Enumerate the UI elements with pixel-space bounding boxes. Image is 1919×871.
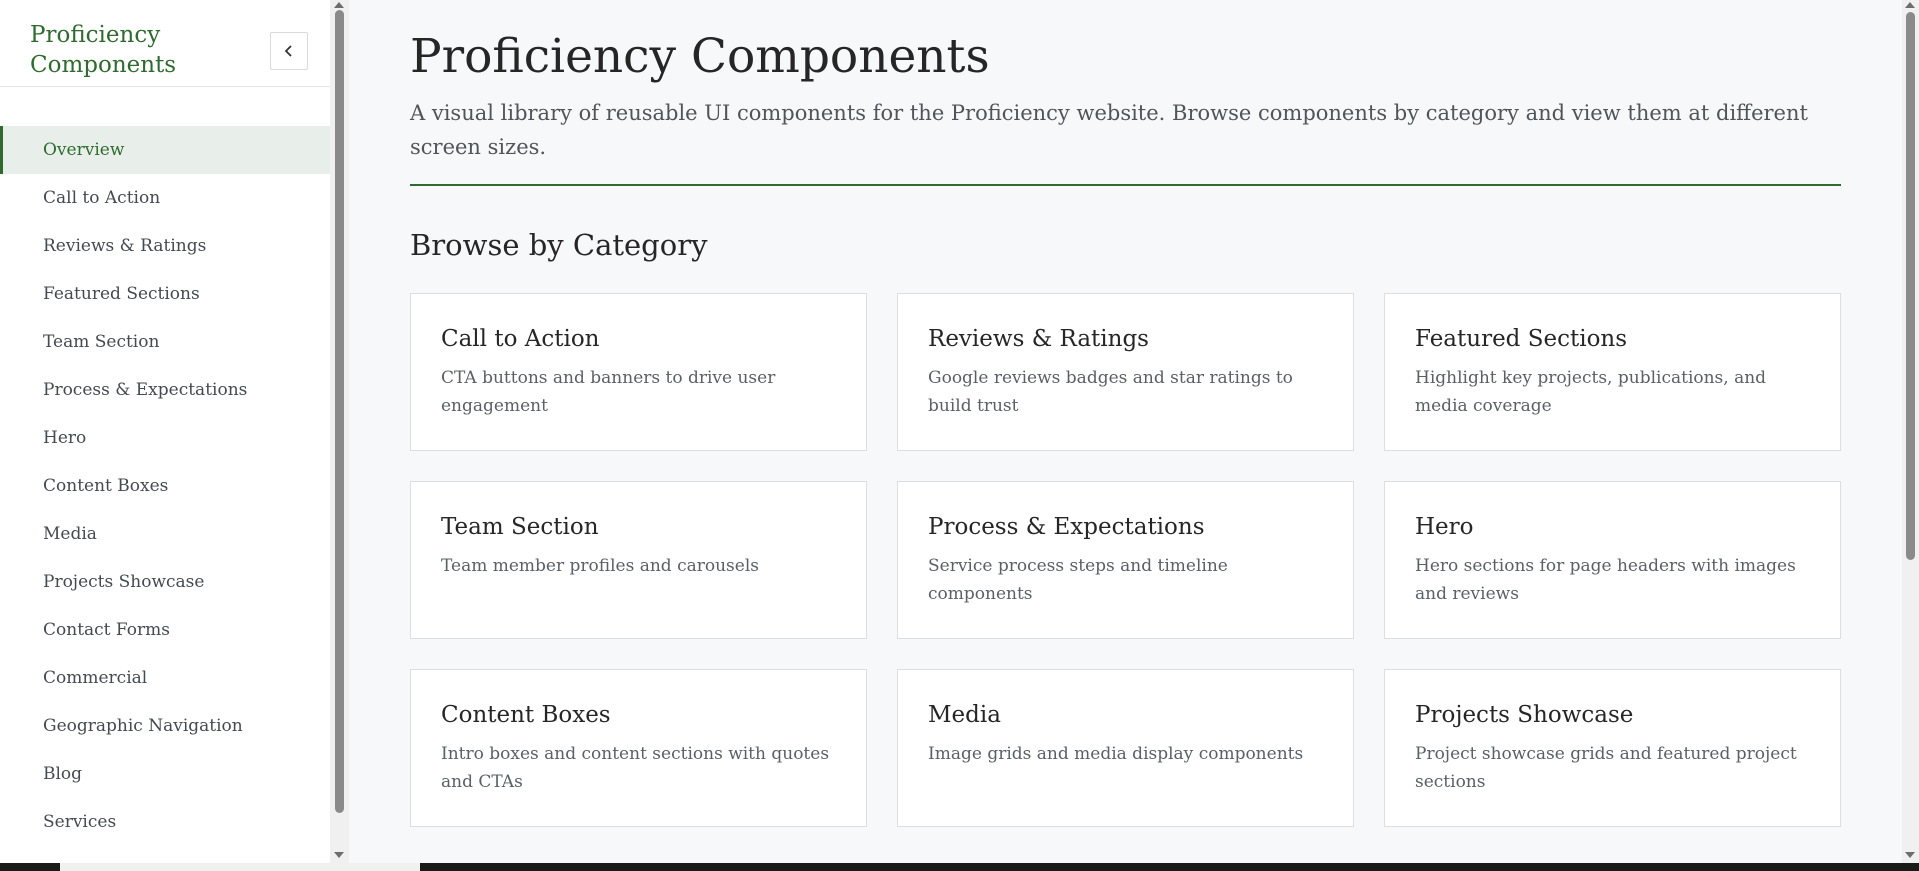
scroll-up-arrow-icon[interactable] <box>1905 2 1915 8</box>
category-grid: Call to Action CTA buttons and banners to… <box>410 293 1841 827</box>
sidebar-item-label: Team Section <box>43 332 160 352</box>
category-card-title: Hero <box>1415 514 1474 540</box>
category-card-description: Team member profiles and carousels <box>441 556 760 576</box>
category-card-media[interactable]: Media Image grids and media display compo… <box>897 669 1354 827</box>
category-card-description: Intro boxes and content sections with qu… <box>441 744 830 792</box>
category-card-hero[interactable]: Hero Hero sections for page headers with … <box>1384 481 1841 639</box>
sidebar-item-projects-showcase[interactable]: Projects Showcase <box>0 558 330 606</box>
category-card-call-to-action[interactable]: Call to Action CTA buttons and banners to… <box>410 293 867 451</box>
horizontal-scrollbar-thumb[interactable] <box>60 863 420 871</box>
sidebar-item-media[interactable]: Media <box>0 510 330 558</box>
sidebar-item-label: Reviews & Ratings <box>43 236 207 256</box>
sidebar-item-hero[interactable]: Hero <box>0 414 330 462</box>
sidebar-item-label: Overview <box>43 140 125 160</box>
category-card-description: Service process steps and timeline compo… <box>928 556 1228 604</box>
category-card-title: Reviews & Ratings <box>928 326 1149 352</box>
sidebar-item-featured-sections[interactable]: Featured Sections <box>0 270 330 318</box>
sidebar-header: Proficiency Components <box>0 0 330 87</box>
page-description: A visual library of reusable UI componen… <box>410 101 1808 159</box>
collapse-sidebar-button[interactable] <box>270 32 308 70</box>
category-card-title: Team Section <box>441 514 599 540</box>
scroll-down-arrow-icon[interactable] <box>334 852 344 858</box>
category-card-process-and-expectations[interactable]: Process & Expectations Service process st… <box>897 481 1354 639</box>
sidebar-item-blog[interactable]: Blog <box>0 750 330 798</box>
category-card-title: Media <box>928 702 1001 728</box>
sidebar-item-overview[interactable]: Overview <box>0 126 330 174</box>
sidebar-item-label: Call to Action <box>43 188 161 208</box>
sidebar-item-geographic-navigation[interactable]: Geographic Navigation <box>0 702 330 750</box>
category-card-description: Project showcase grids and featured proj… <box>1415 744 1797 792</box>
category-card-description: Highlight key projects, publications, an… <box>1415 368 1767 416</box>
sidebar-item-label: Commercial <box>43 668 148 688</box>
category-card-title: Projects Showcase <box>1415 702 1634 728</box>
category-card-title: Featured Sections <box>1415 326 1628 352</box>
sidebar-scrollbar-thumb[interactable] <box>335 10 344 813</box>
sidebar-item-reviews-and-ratings[interactable]: Reviews & Ratings <box>0 222 330 270</box>
sidebar-item-content-boxes[interactable]: Content Boxes <box>0 462 330 510</box>
category-card-projects-showcase[interactable]: Projects Showcase Project showcase grids … <box>1384 669 1841 827</box>
sidebar-item-commercial[interactable]: Commercial <box>0 654 330 702</box>
chevron-left-icon <box>284 45 292 57</box>
sidebar-item-label: Contact Forms <box>43 620 170 640</box>
sidebar-scrollbar[interactable] <box>330 0 349 863</box>
category-card-content-boxes[interactable]: Content Boxes Intro boxes and content sec… <box>410 669 867 827</box>
app-window: Proficiency Components Overview Call to A… <box>0 0 1919 871</box>
category-card-title: Process & Expectations <box>928 514 1205 540</box>
sidebar-item-label: Geographic Navigation <box>43 716 243 736</box>
sidebar-item-team-section[interactable]: Team Section <box>0 318 330 366</box>
sidebar-item-services[interactable]: Services <box>0 798 330 846</box>
sidebar-item-label: Featured Sections <box>43 284 200 304</box>
sidebar: Proficiency Components Overview Call to A… <box>0 0 331 863</box>
scroll-down-arrow-icon[interactable] <box>1905 852 1915 858</box>
sidebar-item-label: Projects Showcase <box>43 572 205 592</box>
sidebar-item-label: Media <box>43 524 97 544</box>
category-card-description: Hero sections for page headers with imag… <box>1415 556 1796 604</box>
category-card-featured-sections[interactable]: Featured Sections Highlight key projects,… <box>1384 293 1841 451</box>
section-title: Browse by Category <box>410 228 708 262</box>
category-card-title: Content Boxes <box>441 702 611 728</box>
category-card-title: Call to Action <box>441 326 600 352</box>
title-divider <box>410 184 1841 186</box>
category-card-reviews-and-ratings[interactable]: Reviews & Ratings Google reviews badges a… <box>897 293 1354 451</box>
brand-title[interactable]: Proficiency Components <box>30 20 230 80</box>
page-title: Proficiency Components <box>410 29 990 84</box>
sidebar-item-call-to-action[interactable]: Call to Action <box>0 174 330 222</box>
sidebar-item-label: Hero <box>43 428 87 448</box>
sidebar-item-process-and-expectations[interactable]: Process & Expectations <box>0 366 330 414</box>
scroll-up-arrow-icon[interactable] <box>334 2 344 8</box>
sidebar-item-label: Services <box>43 812 117 832</box>
sidebar-item-label: Content Boxes <box>43 476 169 496</box>
category-card-description: Google reviews badges and star ratings t… <box>928 368 1293 416</box>
main-scrollbar-thumb[interactable] <box>1906 12 1915 560</box>
sidebar-nav: Overview Call to Action Reviews & Ratings F… <box>0 126 330 846</box>
category-card-team-section[interactable]: Team Section Team member profiles and car… <box>410 481 867 639</box>
category-card-description: Image grids and media display components <box>928 744 1304 764</box>
category-card-description: CTA buttons and banners to drive user en… <box>441 368 776 416</box>
sidebar-item-label: Blog <box>43 764 83 784</box>
main-scrollbar[interactable] <box>1902 0 1919 863</box>
main-content: Proficiency Components A visual library … <box>349 0 1902 863</box>
sidebar-item-contact-forms[interactable]: Contact Forms <box>0 606 330 654</box>
horizontal-scrollbar[interactable] <box>0 863 1919 871</box>
sidebar-item-label: Process & Expectations <box>43 380 248 400</box>
